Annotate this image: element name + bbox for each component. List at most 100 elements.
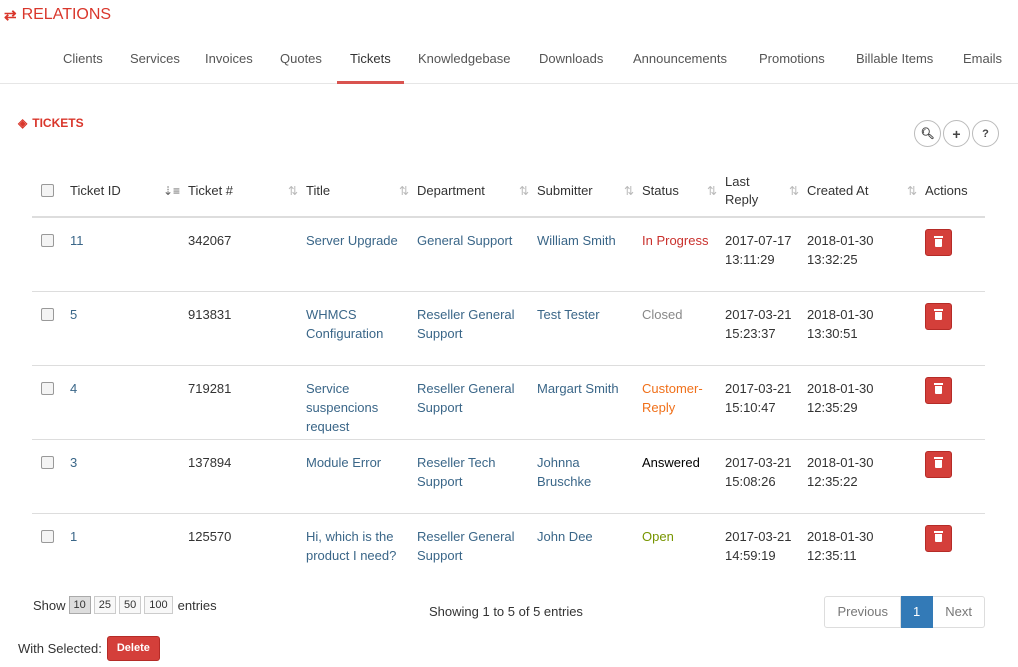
col-submitter[interactable]: Submitter ⇅ (537, 165, 642, 218)
created-date: 2018-01-30 13:30:51 (807, 306, 874, 341)
table-info: Showing 1 to 5 of 5 entries (429, 604, 583, 619)
last-reply-date: 2017-07-17 13:11:29 (725, 233, 792, 267)
length-option-50[interactable]: 50 (119, 596, 142, 614)
sort-icon: ⇅ (287, 183, 298, 198)
created-date: 2018-01-30 13:32:25 (807, 233, 874, 267)
submitter-link[interactable]: Margart Smith (537, 381, 619, 396)
created-date: 2018-01-30 12:35:22 (807, 454, 874, 489)
ticket-number: 913831 (188, 306, 232, 322)
ticket-id-link[interactable]: 4 (70, 381, 77, 396)
sort-icon: ⇅ (398, 183, 409, 198)
page-1-button[interactable]: 1 (901, 596, 934, 628)
ticket-id-link[interactable]: 1 (70, 529, 77, 544)
row-checkbox[interactable] (41, 529, 54, 543)
bulk-actions: With Selected: Delete (18, 636, 160, 661)
tab-tickets[interactable]: Tickets (337, 40, 404, 84)
ticket-title-link[interactable]: Module Error (306, 455, 381, 470)
with-selected-label: With Selected: (18, 641, 102, 656)
tab-knowledgebase[interactable]: Knowledgebase (418, 40, 511, 84)
ticket-id-link[interactable]: 5 (70, 307, 77, 322)
sort-icon: ⇅ (623, 183, 634, 198)
last-reply-date: 2017-03-21 15:23:37 (725, 306, 792, 341)
tab-clients[interactable]: Clients (63, 40, 103, 84)
tab-invoices[interactable]: Invoices (205, 40, 253, 84)
exchange-icon: ⇄ (4, 7, 17, 24)
row-checkbox[interactable] (41, 381, 54, 395)
col-last-reply[interactable]: Last Reply ⇅ (725, 165, 807, 218)
tab-services[interactable]: Services (130, 40, 180, 84)
delete-row-button[interactable] (925, 450, 952, 478)
sort-icon: ⇅ (518, 183, 529, 198)
section-title-text: TICKETS (32, 116, 84, 130)
department-link[interactable]: Reseller General Support (417, 381, 515, 415)
ticket-title-link[interactable]: Hi, which is the product I need? (306, 529, 396, 563)
col-department[interactable]: Department ⇅ (417, 165, 537, 218)
tickets-section-title: ◈ TICKETS (18, 116, 84, 130)
tickets-table: Ticket ID ⇣≡ Ticket # ⇅ Title ⇅ Department ⇅… (32, 165, 985, 587)
tab-announcements[interactable]: Announcements (633, 40, 727, 84)
delete-row-button[interactable] (925, 229, 952, 256)
tab-quotes[interactable]: Quotes (280, 40, 322, 84)
pagination: Previous 1 Next (824, 596, 985, 628)
status-badge: Open (642, 528, 674, 544)
help-button[interactable]: ? (972, 120, 999, 147)
created-date: 2018-01-30 12:35:29 (807, 380, 874, 415)
col-status[interactable]: Status ⇅ (642, 165, 725, 218)
next-page-button[interactable]: Next (933, 596, 985, 628)
bulk-delete-button[interactable]: Delete (106, 636, 160, 661)
sort-desc-icon: ⇣≡ (162, 183, 180, 198)
select-all-checkbox[interactable] (41, 184, 54, 197)
submitter-link[interactable]: William Smith (537, 233, 616, 248)
entries-label: entries (177, 597, 217, 613)
trash-icon (934, 309, 943, 320)
length-option-100[interactable]: 100 (144, 596, 173, 614)
col-ticket-id[interactable]: Ticket ID ⇣≡ (70, 165, 188, 218)
help-icon: ? (982, 127, 989, 140)
length-option-25[interactable]: 25 (93, 596, 117, 614)
ticket-number: 125570 (188, 528, 232, 544)
department-link[interactable]: General Support (417, 233, 512, 248)
last-reply-date: 2017-03-21 15:08:26 (725, 454, 792, 489)
row-checkbox[interactable] (41, 307, 54, 321)
delete-row-button[interactable] (925, 524, 952, 552)
submitter-link[interactable]: John Dee (537, 529, 593, 544)
status-badge: Customer-Reply (642, 380, 703, 415)
tab-promotions[interactable]: Promotions (759, 40, 825, 84)
ticket-id-link[interactable]: 11 (70, 233, 84, 248)
ticket-title-link[interactable]: Service suspencions request (306, 381, 378, 434)
length-option-10[interactable]: 10 (68, 596, 91, 614)
status-badge: Answered (642, 454, 700, 470)
page-length-control: Show 10 25 50 100 entries (33, 596, 217, 614)
trash-icon (934, 235, 943, 247)
department-link[interactable]: Reseller General Support (417, 529, 515, 563)
sort-icon: ⇅ (906, 183, 917, 198)
search-button[interactable]: 🔍︎ (914, 120, 941, 147)
submitter-link[interactable]: Johnna Bruschke (537, 455, 591, 489)
ticket-title-link[interactable]: Server Upgrade (306, 233, 398, 248)
ticket-id-link[interactable]: 3 (70, 455, 77, 470)
trash-icon (934, 383, 943, 394)
ticket-number: 342067 (188, 233, 232, 248)
ticket-icon: ◈ (18, 116, 28, 130)
submitter-link[interactable]: Test Tester (537, 307, 600, 322)
delete-row-button[interactable] (925, 302, 952, 330)
col-created-at[interactable]: Created At ⇅ (807, 165, 925, 218)
previous-page-button[interactable]: Previous (824, 596, 902, 628)
col-ticket-num[interactable]: Ticket # ⇅ (188, 165, 306, 218)
table-row: 4 719281 Service suspencions request Res… (32, 365, 985, 440)
tab-downloads[interactable]: Downloads (539, 40, 603, 84)
ticket-title-link[interactable]: WHMCS Configuration (306, 307, 383, 341)
toolbar: 🔍︎ + ? (912, 120, 999, 147)
row-checkbox[interactable] (41, 455, 54, 469)
col-title[interactable]: Title ⇅ (306, 165, 417, 218)
table-row: 1 125570 Hi, which is the product I need… (32, 513, 985, 587)
department-link[interactable]: Reseller Tech Support (417, 455, 496, 489)
department-link[interactable]: Reseller General Support (417, 307, 515, 341)
delete-row-button[interactable] (925, 376, 952, 404)
plus-icon: + (952, 125, 961, 142)
add-ticket-button[interactable]: + (943, 120, 970, 147)
row-checkbox[interactable] (41, 234, 54, 247)
tab-emails[interactable]: Emails (963, 40, 1002, 84)
trash-icon (934, 531, 943, 542)
tab-billable-items[interactable]: Billable Items (856, 40, 933, 84)
